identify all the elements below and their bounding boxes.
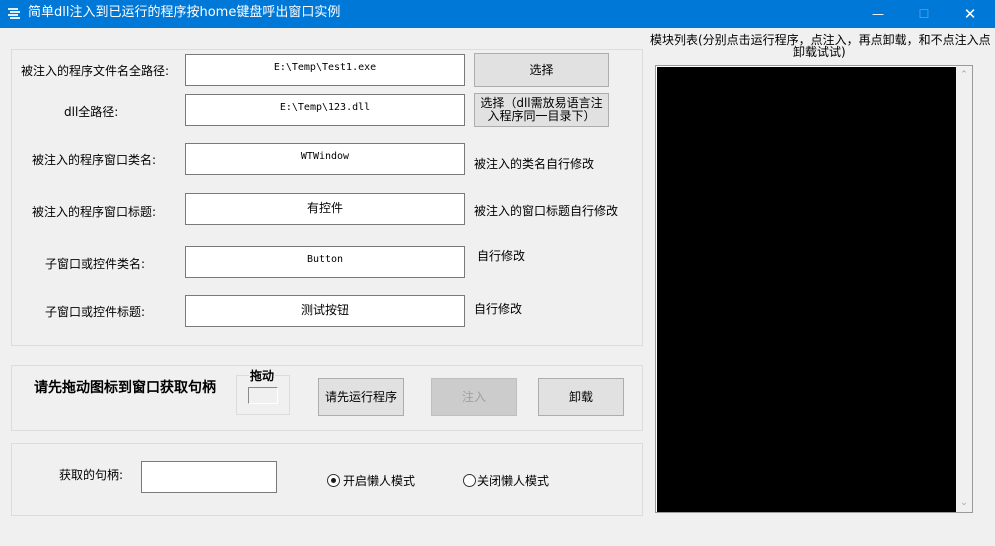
drag-target-icon[interactable] <box>248 387 278 404</box>
lazy-off-label[interactable]: 关闭懒人模式 <box>477 474 549 488</box>
drag-handle-box[interactable]: 拖动 <box>236 369 290 415</box>
window-title-field[interactable]: 有控件 <box>185 193 465 225</box>
scroll-up-icon[interactable]: ⌃ <box>956 68 972 82</box>
title-bar: 简单dll注入到已运行的程序按home键盘呼出窗口实例 — ☐ ✕ <box>0 0 995 28</box>
child-class-hint: 自行修改 <box>477 249 526 263</box>
radio-selected-dot <box>331 478 336 483</box>
lazy-off-radio[interactable] <box>463 474 476 487</box>
window-title-hint: 被注入的窗口标题自行修改 <box>474 204 619 218</box>
child-title-label: 子窗口或控件标题: <box>45 305 146 319</box>
module-list-title-cont: 卸载试试) <box>793 45 846 59</box>
module-list[interactable]: ⌃ ⌄ <box>655 65 973 513</box>
lazy-on-label[interactable]: 开启懒人模式 <box>343 474 415 488</box>
close-button[interactable]: ✕ <box>947 0 993 28</box>
app-icon <box>8 8 20 19</box>
dll-path-field[interactable]: E:\Temp\123.dll <box>185 94 465 126</box>
inject-button[interactable]: 注入 <box>431 378 517 416</box>
uninstall-button[interactable]: 卸载 <box>538 378 624 416</box>
select-dll-button[interactable]: 选择（dll需放易语言注 入程序同一目录下） <box>474 93 609 127</box>
window-class-field[interactable]: WTWindow <box>185 143 465 175</box>
lazy-on-radio[interactable] <box>327 474 340 487</box>
exe-path-field[interactable]: E:\Temp\Test1.exe <box>185 54 465 86</box>
select-dll-button-line2: 入程序同一目录下） <box>487 109 596 123</box>
scroll-down-icon[interactable]: ⌄ <box>956 496 972 510</box>
exe-path-label: 被注入的程序文件名全路径: <box>21 64 170 78</box>
child-class-label: 子窗口或控件类名: <box>45 257 146 271</box>
dll-path-label: dll全路径: <box>64 105 119 119</box>
run-first-button[interactable]: 请先运行程序 <box>318 378 404 416</box>
child-title-field[interactable]: 测试按钮 <box>185 295 465 327</box>
select-exe-button[interactable]: 选择 <box>474 53 609 87</box>
handle-field[interactable] <box>141 461 277 493</box>
child-title-hint: 自行修改 <box>474 302 523 316</box>
window-class-hint: 被注入的类名自行修改 <box>474 157 595 171</box>
minimize-button[interactable]: — <box>855 0 901 28</box>
window-title-label: 被注入的程序窗口标题: <box>32 205 157 219</box>
module-list-area[interactable] <box>657 67 956 512</box>
window-class-label: 被注入的程序窗口类名: <box>32 153 157 167</box>
drag-instruction: 请先拖动图标到窗口获取句柄 <box>34 380 216 396</box>
drag-label: 拖动 <box>249 369 276 383</box>
handle-label: 获取的句柄: <box>59 468 124 482</box>
window-title: 简单dll注入到已运行的程序按home键盘呼出窗口实例 <box>28 5 341 20</box>
child-class-field[interactable]: Button <box>185 246 465 278</box>
module-list-scrollbar[interactable]: ⌃ ⌄ <box>956 66 972 512</box>
maximize-button[interactable]: ☐ <box>901 0 947 28</box>
